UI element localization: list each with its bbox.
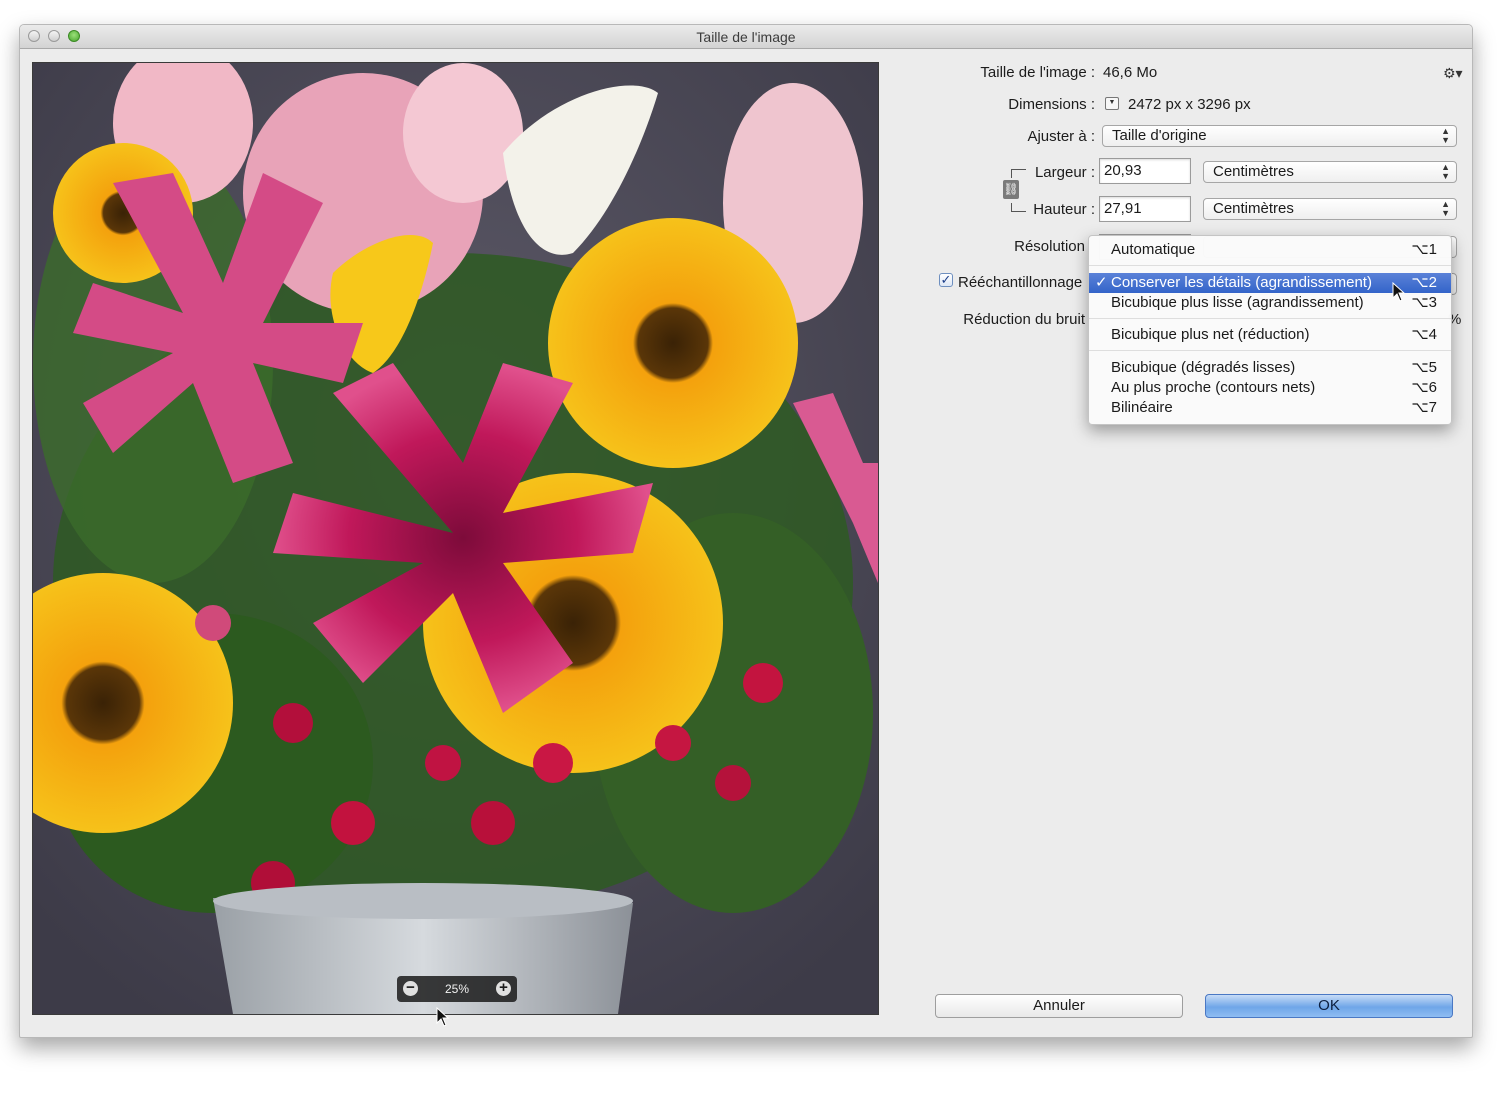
width-label: Largeur : — [1034, 164, 1095, 181]
menu-item-nearest-neighbor[interactable]: Au plus proche (contours nets) ⌥6 — [1089, 378, 1451, 398]
resample-checkbox[interactable]: ✓ — [939, 273, 953, 287]
noise-reduction-label: Réduction du bruit — [963, 311, 1085, 328]
image-size-label: Taille de l'image : — [980, 64, 1095, 81]
height-input[interactable]: 27,91 — [1099, 196, 1191, 222]
menu-item-shortcut: ⌥7 — [1411, 399, 1437, 416]
menu-separator — [1089, 318, 1451, 319]
resample-method-menu: Automatique ⌥1 ✓ Conserver les détails (… — [1088, 235, 1452, 425]
gear-icon[interactable]: ⚙▾ — [1443, 65, 1463, 82]
menu-item-label: Bicubique plus net (réduction) — [1111, 326, 1310, 343]
menu-item-label: Bicubique plus lisse (agrandissement) — [1111, 294, 1364, 311]
menu-item-shortcut: ⌥6 — [1411, 379, 1437, 396]
flower-bouquet-photo — [33, 63, 878, 1014]
menu-separator — [1089, 265, 1451, 266]
mouse-pointer-icon — [436, 1007, 450, 1027]
height-unit-value: Centimètres — [1213, 200, 1294, 217]
height-unit-select[interactable]: Centimètres ▲ ▼ — [1203, 198, 1457, 220]
link-chain-icon[interactable]: ⛓ — [1003, 180, 1019, 199]
select-arrows-icon: ▲ ▼ — [1441, 199, 1450, 218]
dimensions-label: Dimensions : — [1008, 96, 1095, 113]
fit-to-label: Ajuster à : — [1027, 128, 1095, 145]
menu-item-shortcut: ⌥4 — [1411, 326, 1437, 343]
image-preview[interactable]: − 25% + — [32, 62, 879, 1015]
zoom-level: 25% — [444, 982, 470, 996]
mouse-pointer-icon — [1392, 282, 1406, 302]
title-bar: Taille de l'image — [20, 25, 1472, 49]
width-input[interactable]: 20,93 — [1099, 158, 1191, 184]
menu-item-label: Bicubique (dégradés lisses) — [1111, 359, 1296, 376]
menu-item-automatique[interactable]: Automatique ⌥1 — [1089, 240, 1451, 260]
select-arrows-icon: ▲ ▼ — [1441, 162, 1450, 181]
window-title: Taille de l'image — [696, 29, 796, 45]
menu-item-bicubic[interactable]: Bicubique (dégradés lisses) ⌥5 — [1089, 358, 1451, 378]
width-unit-value: Centimètres — [1213, 163, 1294, 180]
menu-item-bicubic-sharper[interactable]: Bicubique plus net (réduction) ⌥4 — [1089, 325, 1451, 345]
zoom-in-icon[interactable]: + — [496, 980, 511, 996]
menu-item-label: Automatique — [1111, 241, 1196, 258]
width-unit-select[interactable]: Centimètres ▲ ▼ — [1203, 161, 1457, 183]
menu-item-label: Bilinéaire — [1111, 399, 1173, 416]
dimensions-dropdown-icon[interactable]: ▼ — [1105, 97, 1119, 110]
image-size-value: 46,6 Mo — [1103, 64, 1158, 81]
resample-label: Rééchantillonnage — [958, 274, 1083, 291]
menu-item-bilinear[interactable]: Bilinéaire ⌥7 — [1089, 398, 1451, 418]
preview-zoom-control: − 25% + — [397, 976, 517, 1002]
menu-item-shortcut: ⌥2 — [1411, 274, 1437, 291]
ok-button[interactable]: OK — [1205, 994, 1453, 1018]
zoom-out-icon[interactable]: − — [403, 980, 418, 996]
fit-to-select[interactable]: Taille d'origine ▲ ▼ — [1102, 125, 1457, 147]
menu-item-shortcut: ⌥5 — [1411, 359, 1437, 376]
cancel-button[interactable]: Annuler — [935, 994, 1183, 1018]
checkmark-icon: ✓ — [1095, 274, 1108, 291]
menu-item-label: Conserver les détails (agrandissement) — [1111, 274, 1372, 291]
height-label: Hauteur : — [1033, 201, 1095, 218]
menu-item-shortcut: ⌥3 — [1411, 294, 1437, 311]
select-arrows-icon: ▲ ▼ — [1441, 126, 1450, 145]
menu-item-shortcut: ⌥1 — [1411, 241, 1437, 258]
resolution-label: Résolution — [1014, 238, 1085, 255]
image-size-dialog: Taille de l'image − 25% + Taille de l'im… — [19, 24, 1473, 1038]
dimensions-value: 2472 px x 3296 px — [1128, 96, 1251, 113]
menu-separator — [1089, 350, 1451, 351]
fit-to-value: Taille d'origine — [1112, 127, 1207, 144]
menu-item-label: Au plus proche (contours nets) — [1111, 379, 1316, 396]
